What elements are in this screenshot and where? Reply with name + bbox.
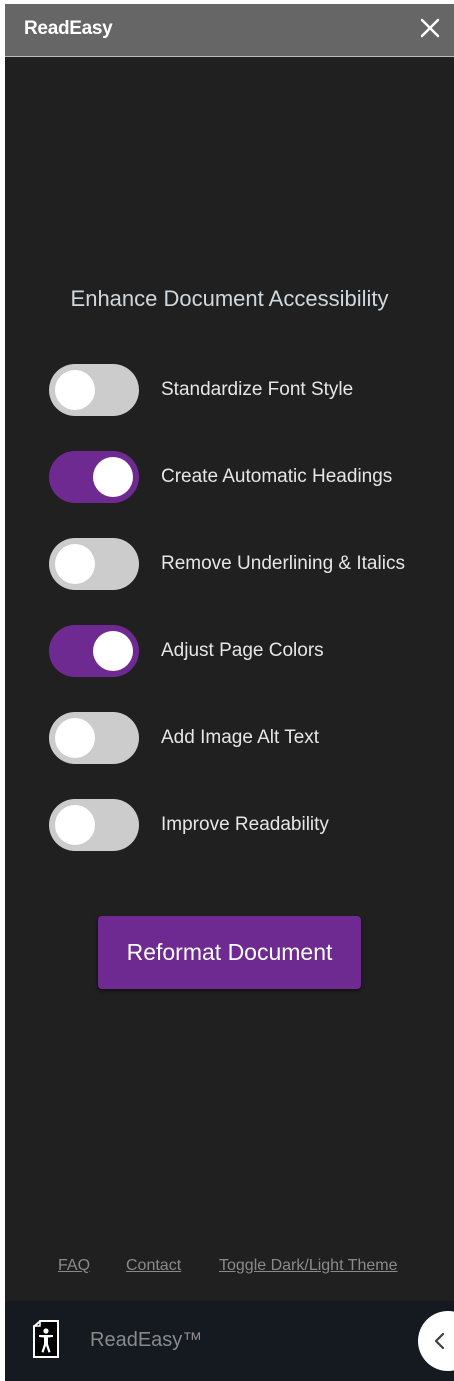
bottom-bar: ReadEasy™ bbox=[5, 1301, 454, 1381]
toggle-theme-link[interactable]: Toggle Dark/Light Theme bbox=[219, 1257, 397, 1275]
chevron-left-icon bbox=[434, 1332, 445, 1350]
collapse-button[interactable] bbox=[418, 1311, 454, 1371]
option-row: Remove Underlining & Italics bbox=[49, 538, 449, 590]
toggle-knob bbox=[93, 631, 133, 671]
toggle-adjust-page-colors[interactable] bbox=[49, 625, 139, 677]
option-label: Create Automatic Headings bbox=[161, 466, 393, 487]
option-row: Improve Readability bbox=[49, 799, 449, 851]
toggle-remove-underlining-italics[interactable] bbox=[49, 538, 139, 590]
faq-link[interactable]: FAQ bbox=[58, 1257, 90, 1275]
section-title: Enhance Document Accessibility bbox=[70, 286, 389, 311]
toggle-knob bbox=[55, 544, 95, 584]
close-icon bbox=[420, 18, 440, 38]
option-label: Standardize Font Style bbox=[161, 379, 354, 400]
option-label: Add Image Alt Text bbox=[161, 727, 320, 748]
toggle-knob bbox=[55, 718, 95, 758]
toggle-add-image-alt-text[interactable] bbox=[49, 712, 139, 764]
option-row: Standardize Font Style bbox=[49, 364, 449, 416]
contact-link[interactable]: Contact bbox=[126, 1257, 181, 1275]
toggle-knob bbox=[55, 805, 95, 845]
toggle-standardize-font-style[interactable] bbox=[49, 364, 139, 416]
option-label: Improve Readability bbox=[161, 814, 329, 835]
option-label: Adjust Page Colors bbox=[161, 640, 324, 661]
toggle-create-automatic-headings[interactable] bbox=[49, 451, 139, 503]
option-row: Adjust Page Colors bbox=[49, 625, 449, 677]
option-label: Remove Underlining & Italics bbox=[161, 553, 405, 574]
accessibility-document-icon bbox=[33, 1320, 59, 1358]
toggle-improve-readability[interactable] bbox=[49, 799, 139, 851]
footer-links: FAQ Contact Toggle Dark/Light Theme bbox=[5, 1257, 454, 1279]
option-row: Add Image Alt Text bbox=[49, 712, 449, 764]
option-row: Create Automatic Headings bbox=[49, 451, 449, 503]
brand-label: ReadEasy™ bbox=[90, 1329, 203, 1351]
readeasy-panel: ReadEasy Enhance Document Accessibility … bbox=[5, 4, 454, 1381]
reformat-document-button[interactable]: Reformat Document bbox=[98, 916, 361, 989]
toggle-knob bbox=[55, 370, 95, 410]
panel-header: ReadEasy bbox=[5, 4, 454, 57]
close-button[interactable] bbox=[416, 14, 444, 42]
app-title: ReadEasy bbox=[24, 18, 113, 39]
toggle-knob bbox=[93, 457, 133, 497]
